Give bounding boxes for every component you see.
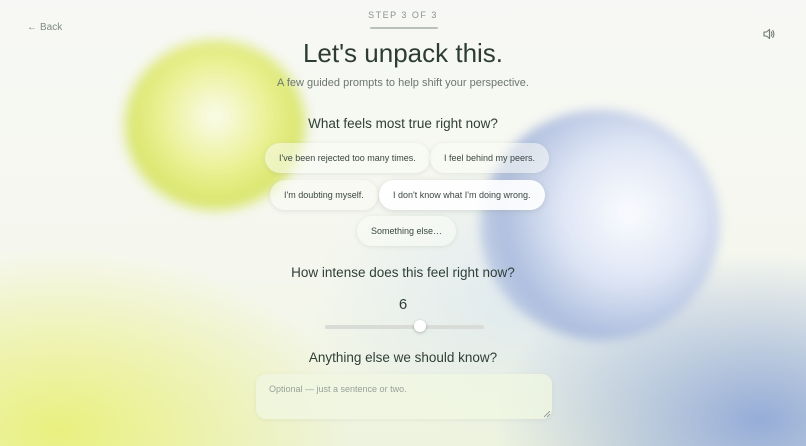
resize-handle-icon[interactable] [544,411,550,417]
step-progress-bar [370,27,438,29]
arrow-left-icon: ← [27,22,37,33]
step-indicator: STEP 3 OF 3 [368,10,438,20]
notes-question: Anything else we should know? [308,350,498,365]
page-title: Let's unpack this. [302,38,504,68]
feelings-question: What feels most true right now? [308,116,498,131]
feeling-option-chip-selected[interactable]: I don't know what I'm doing wrong. [379,180,545,210]
back-button[interactable]: ← Back [27,22,65,33]
feeling-option-chip[interactable]: Something else… [357,216,457,246]
intensity-slider-fill [325,325,421,329]
feeling-option-chip[interactable]: I'm doubting myself. [270,180,378,210]
page-subtitle: A few guided prompts to help shift your … [277,77,529,89]
intensity-value: 6 [398,296,408,313]
feeling-option-chip[interactable]: I've been rejected too many times. [265,143,430,173]
back-label: Back [40,22,63,33]
intensity-question: How intense does this feel right now? [291,265,515,280]
feeling-option-chip[interactable]: I feel behind my peers. [430,143,550,173]
intensity-slider[interactable] [325,320,484,332]
notes-textarea[interactable] [256,374,552,419]
